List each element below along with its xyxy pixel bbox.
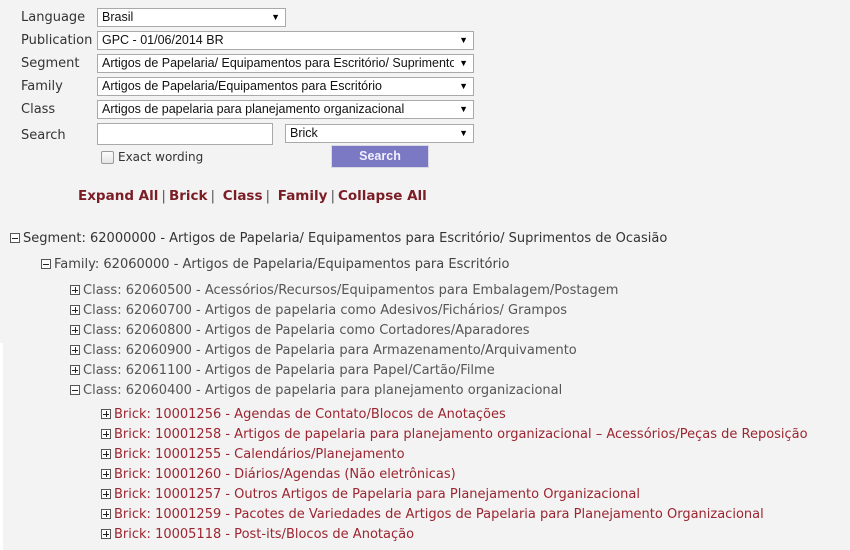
- brick-node-label[interactable]: Brick: 10001259 - Pacotes de Variedades …: [114, 507, 764, 522]
- tree-brick[interactable]: Brick: 10001260 - Diários/Agendas (Não e…: [101, 464, 456, 484]
- family-row: Family: [21, 76, 97, 96]
- tree-class[interactable]: Class: 62060800 - Artigos de Papelaria c…: [70, 320, 530, 340]
- search-row: Search: [21, 125, 97, 145]
- tree-class[interactable]: Class: 62061100 - Artigos de Papelaria p…: [70, 360, 495, 380]
- publication-select-value: GPC - 01/06/2014 BR: [102, 33, 224, 47]
- tree-class[interactable]: Class: 62060400 - Artigos de papelaria p…: [70, 380, 562, 400]
- tree-family[interactable]: Family: 62060000 - Artigos de Papelaria/…: [41, 254, 509, 274]
- language-select-value: Brasil: [102, 10, 134, 24]
- segment-select-value: Artigos de Papelaria/ Equipamentos para …: [102, 56, 454, 70]
- collapse-icon[interactable]: [10, 233, 20, 243]
- segment-node-label[interactable]: Segment: 62000000 - Artigos de Papelaria…: [23, 231, 667, 246]
- segment-row: Segment: [21, 53, 97, 73]
- search-label: Search: [21, 127, 66, 143]
- expand-icon[interactable]: [101, 469, 111, 479]
- segment-label: Segment: [21, 55, 80, 71]
- family-select-value: Artigos de Papelaria/Equipamentos para E…: [102, 79, 383, 93]
- class-label: Class: [21, 101, 56, 117]
- collapse-all-link[interactable]: Collapse All: [338, 188, 427, 204]
- expand-icon[interactable]: [70, 285, 80, 295]
- tree-class[interactable]: Class: 62060700 - Artigos de papelaria c…: [70, 300, 567, 320]
- brick-node-label[interactable]: Brick: 10001255 - Calendários/Planejamen…: [114, 447, 405, 462]
- brick-node-label[interactable]: Brick: 10005118 - Post-its/Blocos de Ano…: [114, 527, 414, 542]
- tree-brick[interactable]: Brick: 10001259 - Pacotes de Variedades …: [101, 504, 764, 524]
- search-level-select[interactable]: Brick ▼: [285, 124, 474, 143]
- class-select-value: Artigos de papelaria para planejamento o…: [102, 102, 405, 116]
- expand-icon[interactable]: [101, 509, 111, 519]
- class-node-label[interactable]: Class: 62060500 - Acessórios/Recursos/Eq…: [83, 283, 618, 298]
- search-level-value: Brick: [290, 126, 318, 140]
- exact-wording-row: Exact wording: [101, 150, 203, 164]
- separator: |: [161, 188, 166, 204]
- expand-icon[interactable]: [70, 365, 80, 375]
- family-select[interactable]: Artigos de Papelaria/Equipamentos para E…: [97, 77, 474, 96]
- expand-icon[interactable]: [70, 325, 80, 335]
- class-node-label[interactable]: Class: 62060800 - Artigos de Papelaria c…: [83, 323, 530, 338]
- publication-select[interactable]: GPC - 01/06/2014 BR ▼: [97, 31, 474, 50]
- tree-controls: Expand All | Brick | Class | Family | Collapse…: [78, 188, 427, 204]
- expand-icon[interactable]: [70, 345, 80, 355]
- chevron-down-icon: ▼: [459, 81, 468, 91]
- tree-segment[interactable]: Segment: 62000000 - Artigos de Papelaria…: [10, 228, 667, 248]
- class-node-label[interactable]: Class: 62061100 - Artigos de Papelaria p…: [83, 363, 495, 378]
- brick-link[interactable]: Brick: [169, 188, 208, 204]
- tree-brick[interactable]: Brick: 10001255 - Calendários/Planejamen…: [101, 444, 405, 464]
- expand-icon[interactable]: [70, 305, 80, 315]
- tree-class[interactable]: Class: 62060900 - Artigos de Papelaria p…: [70, 340, 577, 360]
- expand-all-link[interactable]: Expand All: [78, 188, 158, 204]
- expand-icon[interactable]: [101, 489, 111, 499]
- expand-icon[interactable]: [101, 529, 111, 539]
- chevron-down-icon: ▼: [459, 35, 468, 45]
- family-link[interactable]: Family: [278, 188, 328, 204]
- separator: |: [265, 188, 271, 204]
- brick-node-label[interactable]: Brick: 10001256 - Agendas de Contato/Blo…: [114, 407, 506, 422]
- search-input[interactable]: [97, 123, 273, 145]
- exact-wording-label[interactable]: Exact wording: [118, 150, 203, 164]
- tree-brick[interactable]: Brick: 10001258 - Artigos de papelaria p…: [101, 424, 808, 444]
- expand-icon[interactable]: [101, 429, 111, 439]
- class-node-label[interactable]: Class: 62060900 - Artigos de Papelaria p…: [83, 343, 577, 358]
- class-node-label[interactable]: Class: 62060700 - Artigos de papelaria c…: [83, 303, 567, 318]
- separator: |: [330, 188, 335, 204]
- brick-node-label[interactable]: Brick: 10001260 - Diários/Agendas (Não e…: [114, 467, 456, 482]
- family-node-label[interactable]: Family: 62060000 - Artigos de Papelaria/…: [54, 257, 509, 272]
- expand-icon[interactable]: [101, 449, 111, 459]
- class-select[interactable]: Artigos de papelaria para planejamento o…: [97, 100, 474, 119]
- collapse-icon[interactable]: [70, 385, 80, 395]
- publication-row: Publication: [21, 30, 97, 50]
- class-node-label[interactable]: Class: 62060400 - Artigos de papelaria p…: [83, 383, 562, 398]
- separator: |: [210, 188, 216, 204]
- tree-brick[interactable]: Brick: 10005118 - Post-its/Blocos de Ano…: [101, 524, 414, 544]
- publication-label: Publication: [21, 32, 93, 48]
- brick-node-label[interactable]: Brick: 10001257 - Outros Artigos de Pape…: [114, 487, 640, 502]
- class-link[interactable]: Class: [223, 188, 263, 204]
- class-row: Class: [21, 99, 97, 119]
- language-select[interactable]: Brasil ▼: [97, 8, 286, 27]
- chevron-down-icon: ▼: [459, 128, 468, 138]
- chevron-down-icon: ▼: [459, 58, 468, 68]
- tree-brick[interactable]: Brick: 10001256 - Agendas de Contato/Blo…: [101, 404, 506, 424]
- left-edge-strip: [0, 343, 3, 550]
- search-button[interactable]: Search: [331, 145, 429, 168]
- language-label: Language: [21, 9, 86, 25]
- tree-class[interactable]: Class: 62060500 - Acessórios/Recursos/Eq…: [70, 280, 618, 300]
- expand-icon[interactable]: [101, 409, 111, 419]
- exact-wording-checkbox[interactable]: [101, 150, 114, 164]
- segment-select[interactable]: Artigos de Papelaria/ Equipamentos para …: [97, 54, 474, 73]
- tree-brick[interactable]: Brick: 10001257 - Outros Artigos de Pape…: [101, 484, 640, 504]
- chevron-down-icon: ▼: [459, 104, 468, 114]
- family-label: Family: [21, 78, 63, 94]
- collapse-icon[interactable]: [41, 259, 51, 269]
- chevron-down-icon: ▼: [271, 12, 280, 22]
- brick-node-label[interactable]: Brick: 10001258 - Artigos de papelaria p…: [114, 427, 808, 442]
- language-row: Language: [21, 7, 97, 27]
